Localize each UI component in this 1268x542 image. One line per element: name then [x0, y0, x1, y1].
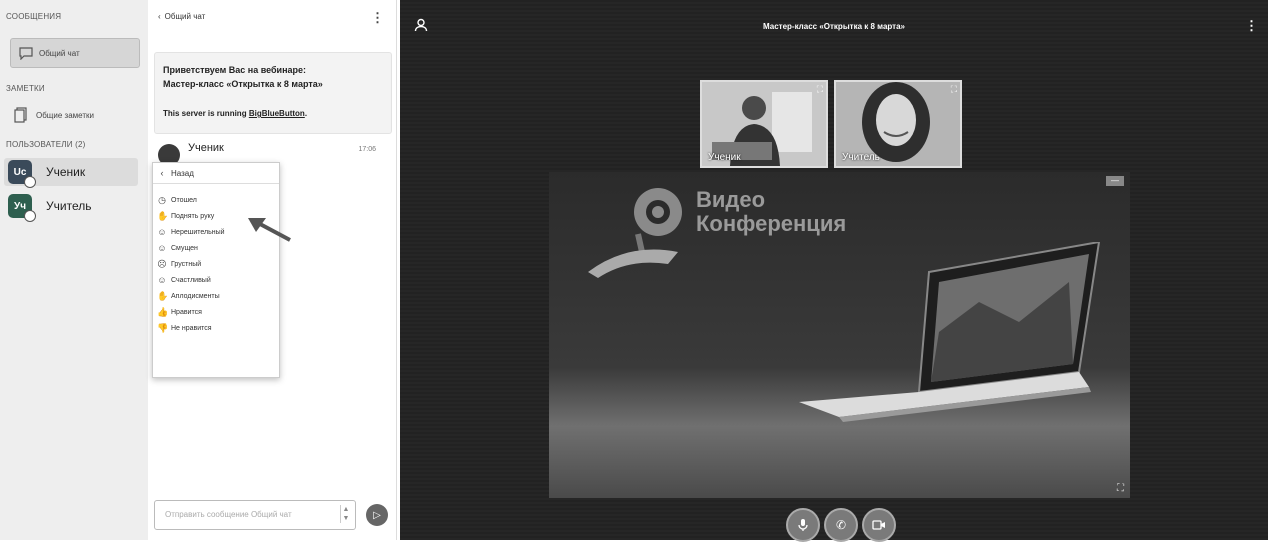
public-chat-label: Общий чат [39, 48, 80, 58]
laptop-image [799, 242, 1101, 422]
avatar: Уч [8, 194, 36, 222]
fullscreen-icon[interactable]: ⛶ [1117, 483, 1124, 494]
public-chat-item[interactable]: Общий чат [10, 38, 140, 68]
thumbnail-label: Учитель [842, 152, 880, 163]
user-name: Учитель [46, 199, 92, 213]
pointer-arrow-icon [248, 218, 291, 242]
welcome-message: Приветствуем Вас на вебинаре: Мастер-кла… [154, 52, 392, 134]
bigbluebutton-link[interactable]: BigBlueButton [249, 109, 305, 118]
input-spinner-icon: ▲ ▼ [340, 505, 351, 523]
video-area: Мастер-класс «Открытка к 8 марта» ⋮ Учен… [400, 0, 1268, 542]
thumbnail-label: Ученик [708, 152, 741, 163]
camera-button[interactable] [862, 508, 896, 542]
message-author: Ученик [188, 142, 224, 154]
welcome-line-2: Мастер-класс «Открытка к 8 марта» [163, 79, 323, 89]
undecided-icon: ☺ [157, 227, 167, 237]
minimize-presentation-icon[interactable]: — [1106, 176, 1124, 186]
shared-notes-item[interactable]: Общие заметки [12, 106, 94, 124]
thumbs-down-icon: 👎 [157, 322, 169, 333]
notes-icon [12, 106, 30, 124]
meeting-options-icon[interactable]: ⋮ [1245, 18, 1258, 34]
chevron-left-icon: ‹ [158, 12, 161, 21]
users-sidebar: СООБЩЕНИЯ Общий чат ЗАМЕТКИ Общие заметк… [0, 0, 149, 540]
status-thumbs-up[interactable]: 👍 Нравится [153, 304, 279, 320]
phone-button[interactable]: ✆ [824, 508, 858, 542]
status-menu: ‹ Назад ◷ Отошел ✋ Поднять руку ☺ Нерешител… [152, 162, 280, 378]
status-away[interactable]: ◷ Отошел [153, 192, 279, 208]
user-item-teacher[interactable]: Уч Учитель [4, 192, 138, 222]
notes-header: ЗАМЕТКИ [6, 84, 45, 93]
avatar: Uc [8, 160, 36, 188]
user-item-student[interactable]: Uc Ученик [4, 158, 138, 188]
fullscreen-icon[interactable]: ⛶ [951, 84, 957, 95]
chat-bubble-icon [17, 44, 35, 62]
send-button[interactable]: ▷ [366, 504, 388, 526]
shared-notes-label: Общие заметки [36, 110, 94, 120]
message-time: 17:06 [358, 146, 376, 153]
webcam-logo-icon [588, 188, 682, 278]
status-happy[interactable]: ☺ Счастливый [153, 272, 279, 288]
thumbs-up-icon: 👍 [157, 306, 169, 317]
welcome-line-1: Приветствуем Вас на вебинаре: [163, 65, 307, 75]
chat-back-button[interactable]: ‹ Общий чат [158, 12, 205, 21]
status-menu-back[interactable]: ‹ Назад [153, 163, 279, 184]
chat-message-input[interactable]: Отправить сообщение Общий чат ▲ ▼ [154, 500, 356, 530]
confused-icon: ☺ [157, 243, 167, 253]
webcam-thumbnail-student[interactable]: Ученик ⛶ [700, 80, 828, 168]
presentation-logo-text: Видео Конференция [696, 187, 847, 236]
applause-icon: ✋ [157, 290, 169, 301]
camera-icon [872, 520, 885, 530]
microphone-button[interactable] [786, 508, 820, 542]
status-thumbs-down[interactable]: 👎 Не нравится [153, 320, 279, 336]
send-icon: ▷ [373, 509, 381, 521]
chat-input-placeholder: Отправить сообщение Общий чат [165, 510, 292, 519]
phone-icon: ✆ [835, 518, 847, 532]
chat-options-icon[interactable]: ⋮ [371, 10, 384, 26]
webcam-thumbnail-teacher[interactable]: Учитель ⛶ [834, 80, 962, 168]
microphone-icon [798, 519, 808, 531]
status-sad[interactable]: ☹ Грустный [153, 256, 279, 272]
status-applause[interactable]: ✋ Аплодисменты [153, 288, 279, 304]
fullscreen-icon[interactable]: ⛶ [817, 84, 823, 95]
hand-icon: ✋ [157, 210, 169, 221]
user-name: Ученик [46, 165, 86, 179]
happy-icon: ☺ [157, 275, 167, 285]
status-dot [24, 176, 36, 188]
chevron-left-icon: ‹ [160, 168, 164, 178]
sad-icon: ☹ [157, 258, 167, 269]
server-info: This server is running BigBlueButton. [163, 109, 308, 118]
users-header: ПОЛЬЗОВАТЕЛИ (2) [6, 140, 86, 149]
status-dot [24, 210, 36, 222]
meeting-title: Мастер-класс «Открытка к 8 марта» [763, 22, 905, 31]
messages-header: СООБЩЕНИЯ [6, 12, 62, 21]
clock-icon: ◷ [158, 194, 166, 205]
